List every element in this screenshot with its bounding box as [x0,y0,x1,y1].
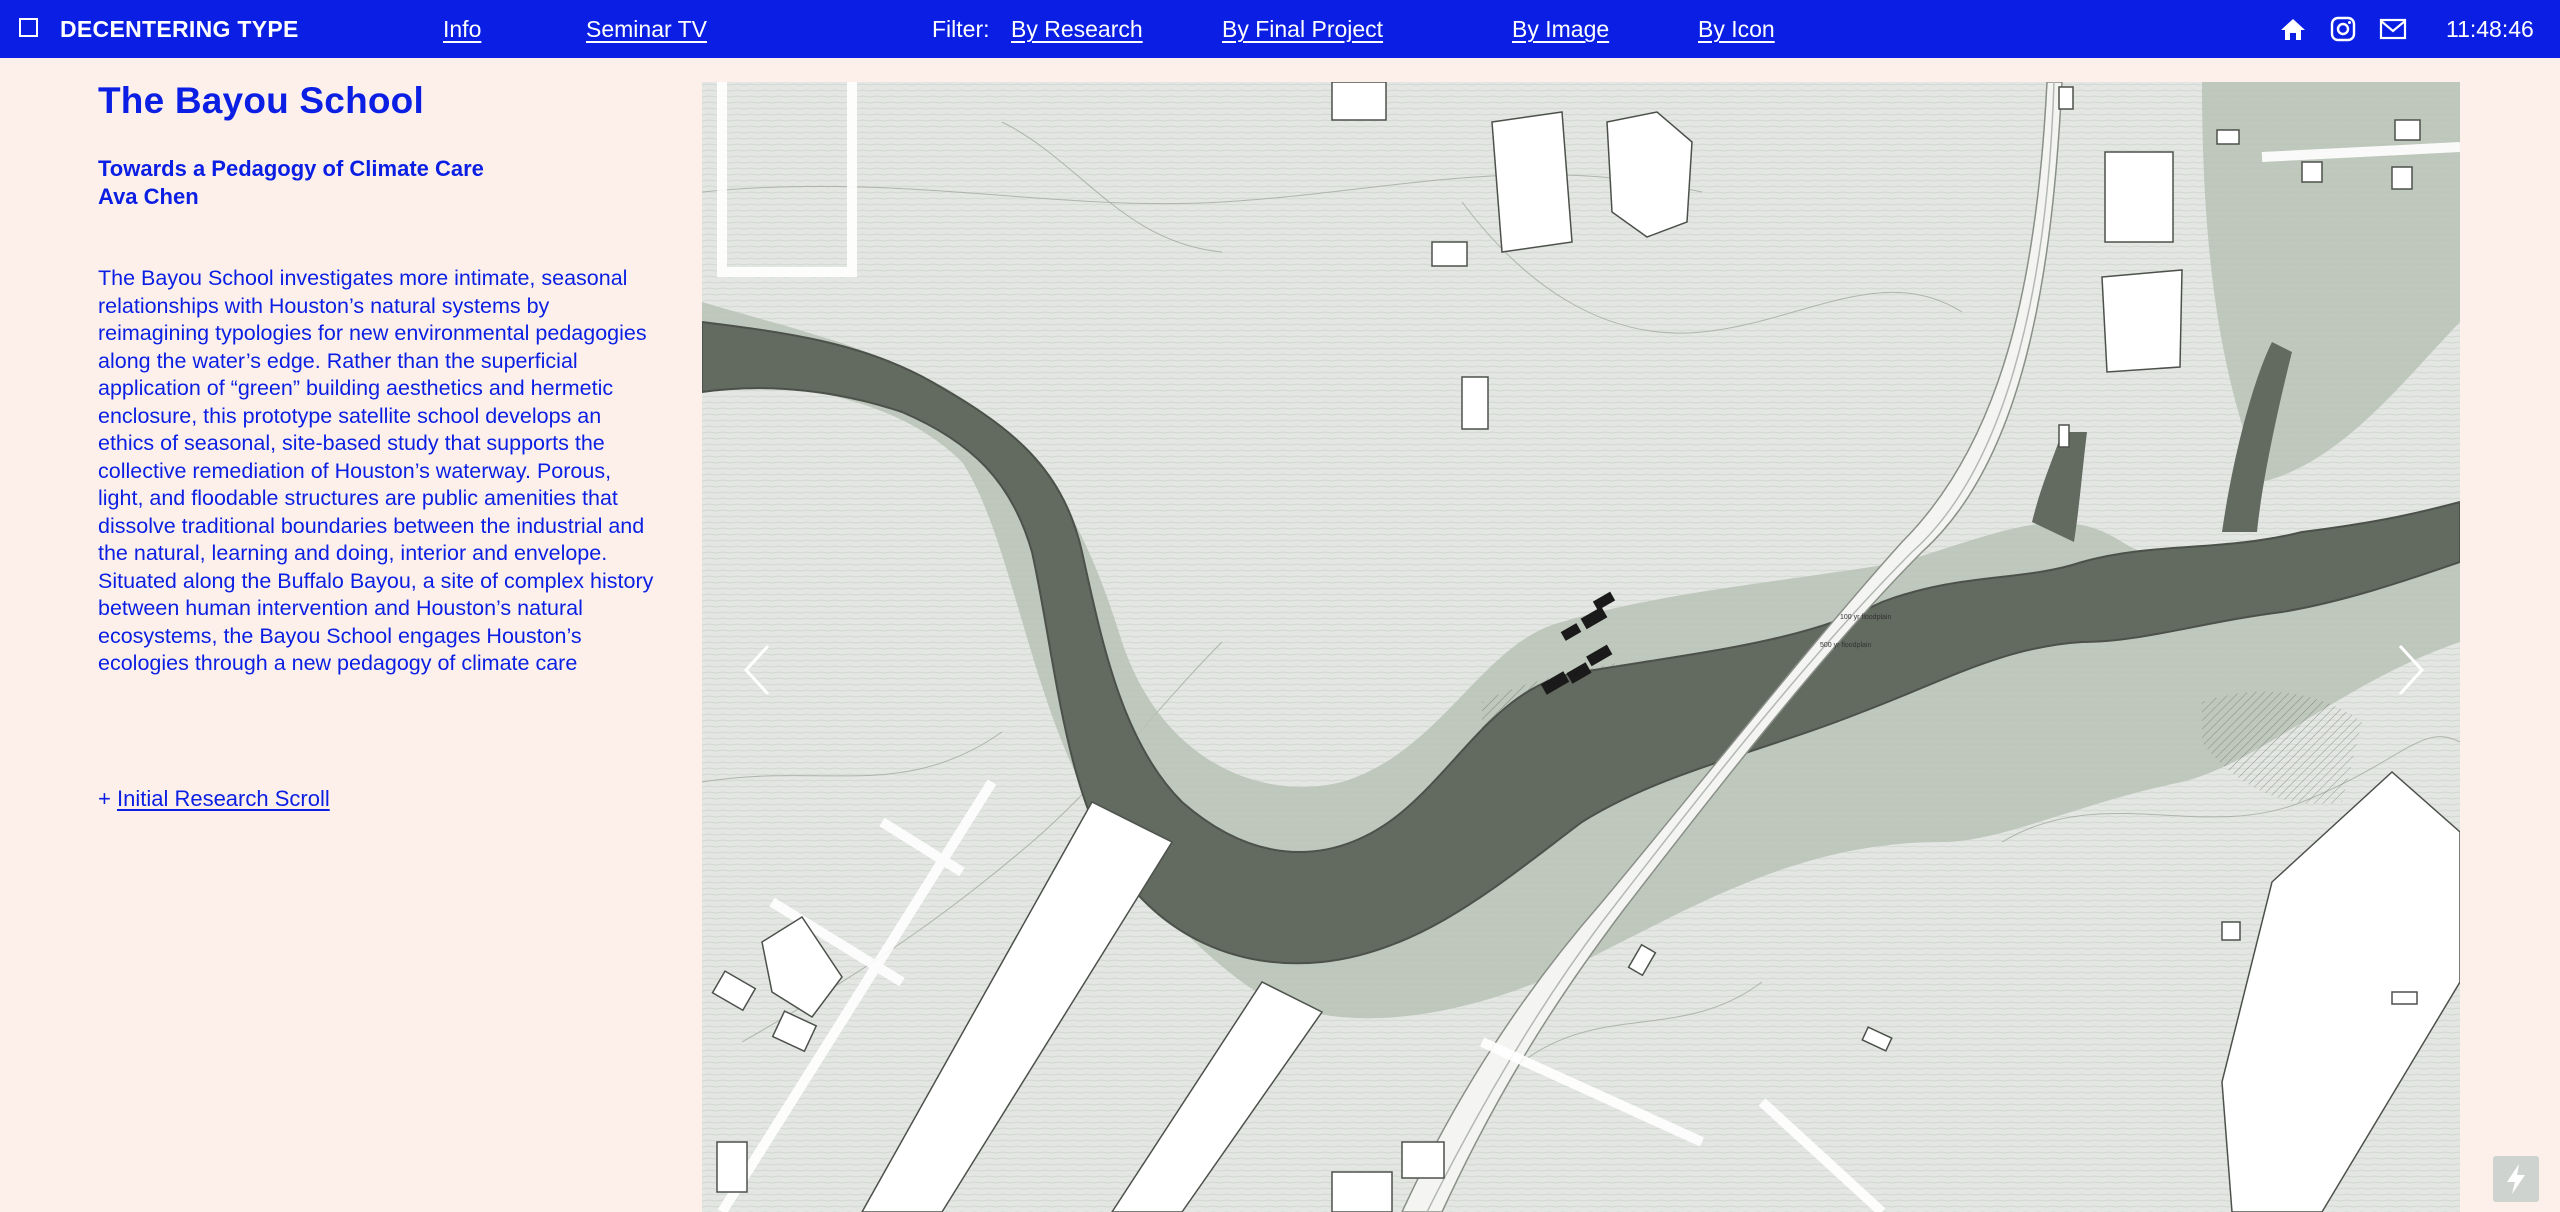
top-navigation-bar: DECENTERING TYPE Info Seminar TV Filter:… [0,0,2560,58]
research-scroll-toggle: + Initial Research Scroll [98,786,330,812]
filter-label: Filter: [932,16,990,42]
filter-by-image-link[interactable]: By Image [1512,16,1609,42]
project-map-image: 100 yr floodplain 500 yr floodplain [702,82,2460,1212]
next-image-arrow-icon[interactable] [2390,644,2430,696]
clock: 11:48:46 [2446,16,2534,42]
filter-by-icon-link[interactable]: By Icon [1698,16,1775,42]
site-plan-drawing: 100 yr floodplain 500 yr floodplain [702,82,2460,1212]
project-description: The Bayou School investigates more intim… [98,266,654,675]
project-author: Ava Chen [98,184,199,209]
lightning-icon[interactable] [2493,1156,2539,1202]
initial-research-scroll-link[interactable]: Initial Research Scroll [117,786,330,811]
site-brand[interactable]: DECENTERING TYPE [60,0,299,58]
instagram-icon[interactable] [2329,16,2357,42]
nav-info-link[interactable]: Info [443,16,481,42]
map-label-100yr: 100 yr floodplain [1840,614,1891,621]
project-subtitle: Towards a Pedagogy of Climate Care [98,156,484,181]
mail-icon[interactable] [2379,16,2407,42]
menu-checkbox[interactable] [19,18,38,37]
map-label-500yr: 500 yr floodplain [1820,642,1871,649]
project-title: The Bayou School [98,80,424,121]
filter-by-research-link[interactable]: By Research [1011,16,1143,42]
scroll-plus-prefix: + [98,786,117,811]
filter-by-final-project-link[interactable]: By Final Project [1222,16,1383,42]
nav-seminar-tv-link[interactable]: Seminar TV [586,16,707,42]
previous-image-arrow-icon[interactable] [738,644,778,696]
home-icon[interactable] [2279,16,2307,42]
